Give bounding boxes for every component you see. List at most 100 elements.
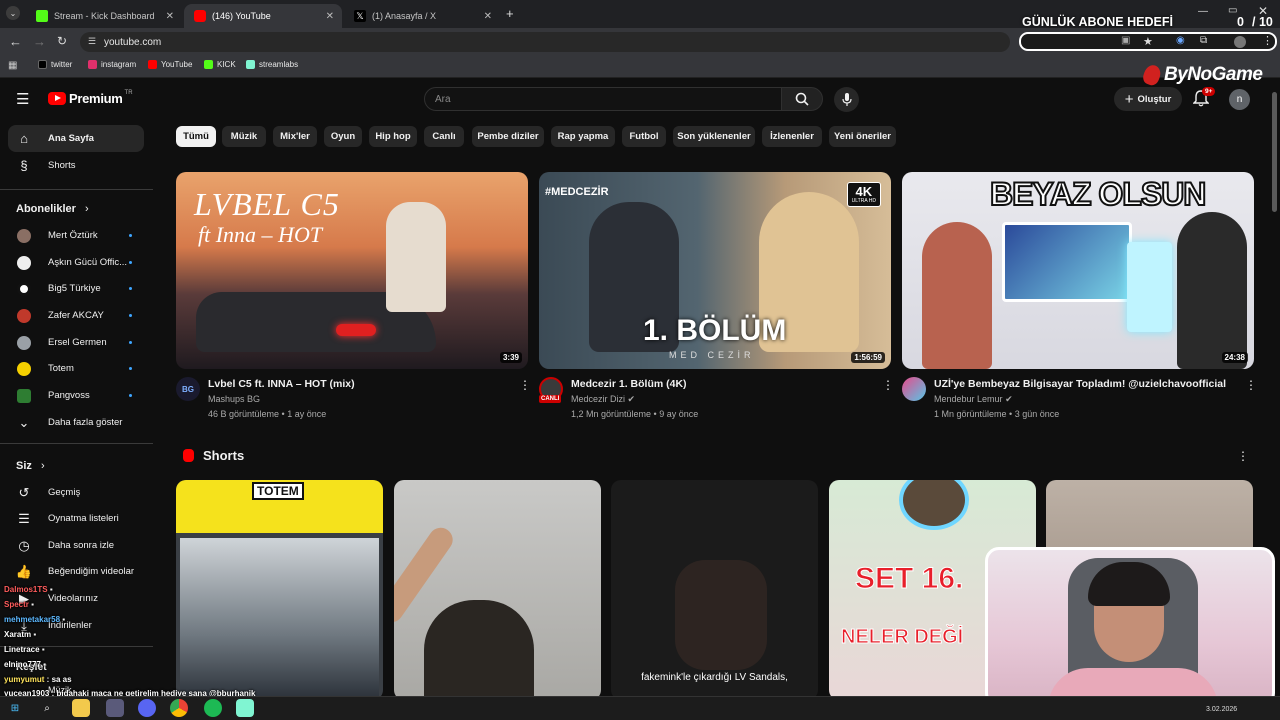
puzzle-icon[interactable]: ⧉ xyxy=(1200,35,1207,46)
spotify-icon[interactable] xyxy=(204,699,222,717)
sidebar-item-label: Daha fazla göster xyxy=(48,417,123,428)
chip-watched[interactable]: İzlenenler xyxy=(762,126,822,147)
channel-avatar[interactable] xyxy=(902,377,926,401)
forward-icon[interactable]: → xyxy=(33,34,46,49)
bookmark-instagram[interactable]: instagram xyxy=(88,60,136,69)
subscriptions-heading[interactable]: Abonelikler › xyxy=(16,203,89,215)
thumbnail-title-text: 1. BÖLÜM xyxy=(643,314,787,347)
close-icon[interactable]: ✕ xyxy=(166,11,174,22)
voice-search-button[interactable] xyxy=(834,87,859,112)
bookmark-twitter[interactable]: twitter xyxy=(38,60,72,69)
bookmark-streamlabs[interactable]: streamlabs xyxy=(246,60,298,69)
more-options-icon[interactable]: ⋮ xyxy=(519,378,531,392)
sidebar-sub-big5[interactable]: Big5 Türkiye xyxy=(8,275,144,302)
you-heading[interactable]: Siz › xyxy=(16,460,45,472)
browser-menu-icon[interactable]: ⋮ xyxy=(1262,34,1273,47)
extension-icon[interactable]: ◉ xyxy=(1176,35,1185,46)
chip-mixes[interactable]: Mix'ler xyxy=(273,126,317,147)
account-avatar[interactable]: n xyxy=(1229,89,1250,110)
site-info-icon[interactable]: ☰ xyxy=(88,36,96,47)
bookmark-star-icon[interactable]: ★ xyxy=(1143,35,1153,48)
video-title[interactable]: Medcezir 1. Bölüm (4K) xyxy=(571,378,871,390)
chip-rapping[interactable]: Rap yapma xyxy=(551,126,615,147)
file-explorer-icon[interactable] xyxy=(72,699,90,717)
sidebar-item-history[interactable]: ↺ Geçmiş xyxy=(8,479,144,506)
channel-avatar[interactable]: BG xyxy=(176,377,200,401)
tab-search-button[interactable]: ⌄ xyxy=(6,6,20,20)
video-thumbnail[interactable]: LVBEL C5 ft Inna – HOT 3:39 xyxy=(176,172,528,369)
chip-hip-hop[interactable]: Hip hop xyxy=(369,126,417,147)
cast-icon[interactable]: ▣ xyxy=(1121,35,1130,46)
video-title[interactable]: UZİ'ye Bembeyaz Bilgisayar Topladım! @uz… xyxy=(934,378,1239,390)
short-thumbnail[interactable]: fakemink'le çıkardığı LV Sandals, xyxy=(611,480,818,700)
sidebar-sub-pangvoss[interactable]: Pangvoss xyxy=(8,382,144,409)
sidebar-sub-askin-gucu[interactable]: Aşkın Gücü Offic... xyxy=(8,249,144,276)
channel-name[interactable]: Mendebur Lemur ✔ xyxy=(934,394,1013,405)
sidebar-item-home[interactable]: ⌂ Ana Sayfa xyxy=(8,125,144,152)
sidebar-item-watch-later[interactable]: ◷ Daha sonra izle xyxy=(8,532,144,559)
profile-icon[interactable] xyxy=(1234,36,1246,48)
minimize-icon[interactable]: — xyxy=(1198,6,1208,17)
short-thumbnail[interactable] xyxy=(394,480,601,700)
address-bar[interactable]: youtube.com xyxy=(80,32,1010,52)
more-options-icon[interactable]: ⋮ xyxy=(882,378,894,392)
app-icon[interactable] xyxy=(106,699,124,717)
search-button[interactable] xyxy=(781,87,823,111)
back-icon[interactable]: ← xyxy=(9,34,22,49)
video-thumbnail[interactable]: BEYAZ OLSUN 24:38 xyxy=(902,172,1254,369)
channel-name[interactable]: Medcezir Dizi ✔ xyxy=(571,394,635,405)
sidebar-item-playlists[interactable]: ☰ Oynatma listeleri xyxy=(8,505,144,532)
sidebar-divider xyxy=(0,189,153,190)
chip-music[interactable]: Müzik xyxy=(222,126,266,147)
chrome-icon[interactable] xyxy=(170,699,188,717)
close-icon[interactable]: ✕ xyxy=(326,11,334,22)
sidebar-sub-totem[interactable]: Totem xyxy=(8,355,144,382)
youtube-logo[interactable]: Premium TR xyxy=(48,90,133,106)
shorts-logo-icon xyxy=(183,449,194,462)
channel-name[interactable]: Mashups BG xyxy=(208,394,260,404)
create-button[interactable]: + Oluştur xyxy=(1114,87,1182,111)
short-thumbnail[interactable]: TOTEM xyxy=(176,480,383,700)
short-avatar-ring xyxy=(899,480,969,530)
chip-recently-uploaded[interactable]: Son yüklenenler xyxy=(673,126,755,147)
sidebar-item-liked-videos[interactable]: 👍 Beğendiğim videolar xyxy=(8,558,144,585)
streamlabs-icon[interactable] xyxy=(236,699,254,717)
browser-tab-youtube[interactable]: (146) YouTube ✕ xyxy=(184,4,342,28)
bookmark-kick[interactable]: KICK xyxy=(204,60,236,69)
video-thumbnail[interactable]: #MEDCEZİR 4K ULTRA HD 1. BÖLÜM MED CEZİR… xyxy=(539,172,891,369)
more-options-icon[interactable]: ⋮ xyxy=(1245,378,1257,392)
channel-avatar xyxy=(17,255,31,270)
bookmark-youtube[interactable]: YouTube xyxy=(148,60,192,69)
chip-live[interactable]: Canlı xyxy=(424,126,464,147)
channel-avatar-text: BG xyxy=(182,384,194,394)
reload-icon[interactable]: ↻ xyxy=(57,34,67,48)
webcam-frame xyxy=(985,547,1275,707)
thumbnail-subtitle-text: MED CEZİR xyxy=(669,350,755,360)
page-scrollbar[interactable] xyxy=(1272,92,1277,212)
chip-gaming[interactable]: Oyun xyxy=(324,126,362,147)
sidebar-sub-mert-ozturk[interactable]: Mert Öztürk xyxy=(8,222,144,249)
hamburger-menu-icon[interactable]: ☰ xyxy=(16,90,29,108)
sidebar-sub-zafer-akcay[interactable]: Zafer AKCAY xyxy=(8,302,144,329)
sidebar-sub-ersel-germen[interactable]: Ersel Germen xyxy=(8,329,144,356)
windows-start-icon[interactable]: ⊞ xyxy=(6,699,24,717)
close-icon[interactable]: ✕ xyxy=(484,11,492,22)
new-tab-button[interactable]: + xyxy=(506,6,514,21)
search-icon[interactable]: ⌕ xyxy=(38,699,56,717)
chip-soap-operas[interactable]: Pembe diziler xyxy=(472,126,544,147)
browser-tab-x[interactable]: 𝕏 (1) Anasayfa / X ✕ xyxy=(344,4,500,28)
chip-new-to-you[interactable]: Yeni öneriler xyxy=(829,126,896,147)
discord-icon[interactable] xyxy=(138,699,156,717)
video-title[interactable]: Lvbel C5 ft. INNA – HOT (mix) xyxy=(208,378,508,390)
sidebar-item-shorts[interactable]: § Shorts xyxy=(8,152,144,179)
more-options-icon[interactable]: ⋮ xyxy=(1237,449,1249,463)
browser-tab-kick[interactable]: Stream - Kick Dashboard ✕ xyxy=(26,4,182,28)
chip-all[interactable]: Tümü xyxy=(176,126,216,147)
apps-grid-icon[interactable]: ▦ xyxy=(8,60,17,71)
thumbnail-monitor xyxy=(1002,222,1132,302)
chip-football[interactable]: Futbol xyxy=(622,126,666,147)
sidebar-show-more[interactable]: ⌄ Daha fazla göster xyxy=(8,409,144,436)
notifications-button[interactable]: 9+ xyxy=(1192,87,1216,108)
emote-icon: ▪ xyxy=(49,585,53,594)
search-input[interactable]: Ara xyxy=(424,87,782,111)
